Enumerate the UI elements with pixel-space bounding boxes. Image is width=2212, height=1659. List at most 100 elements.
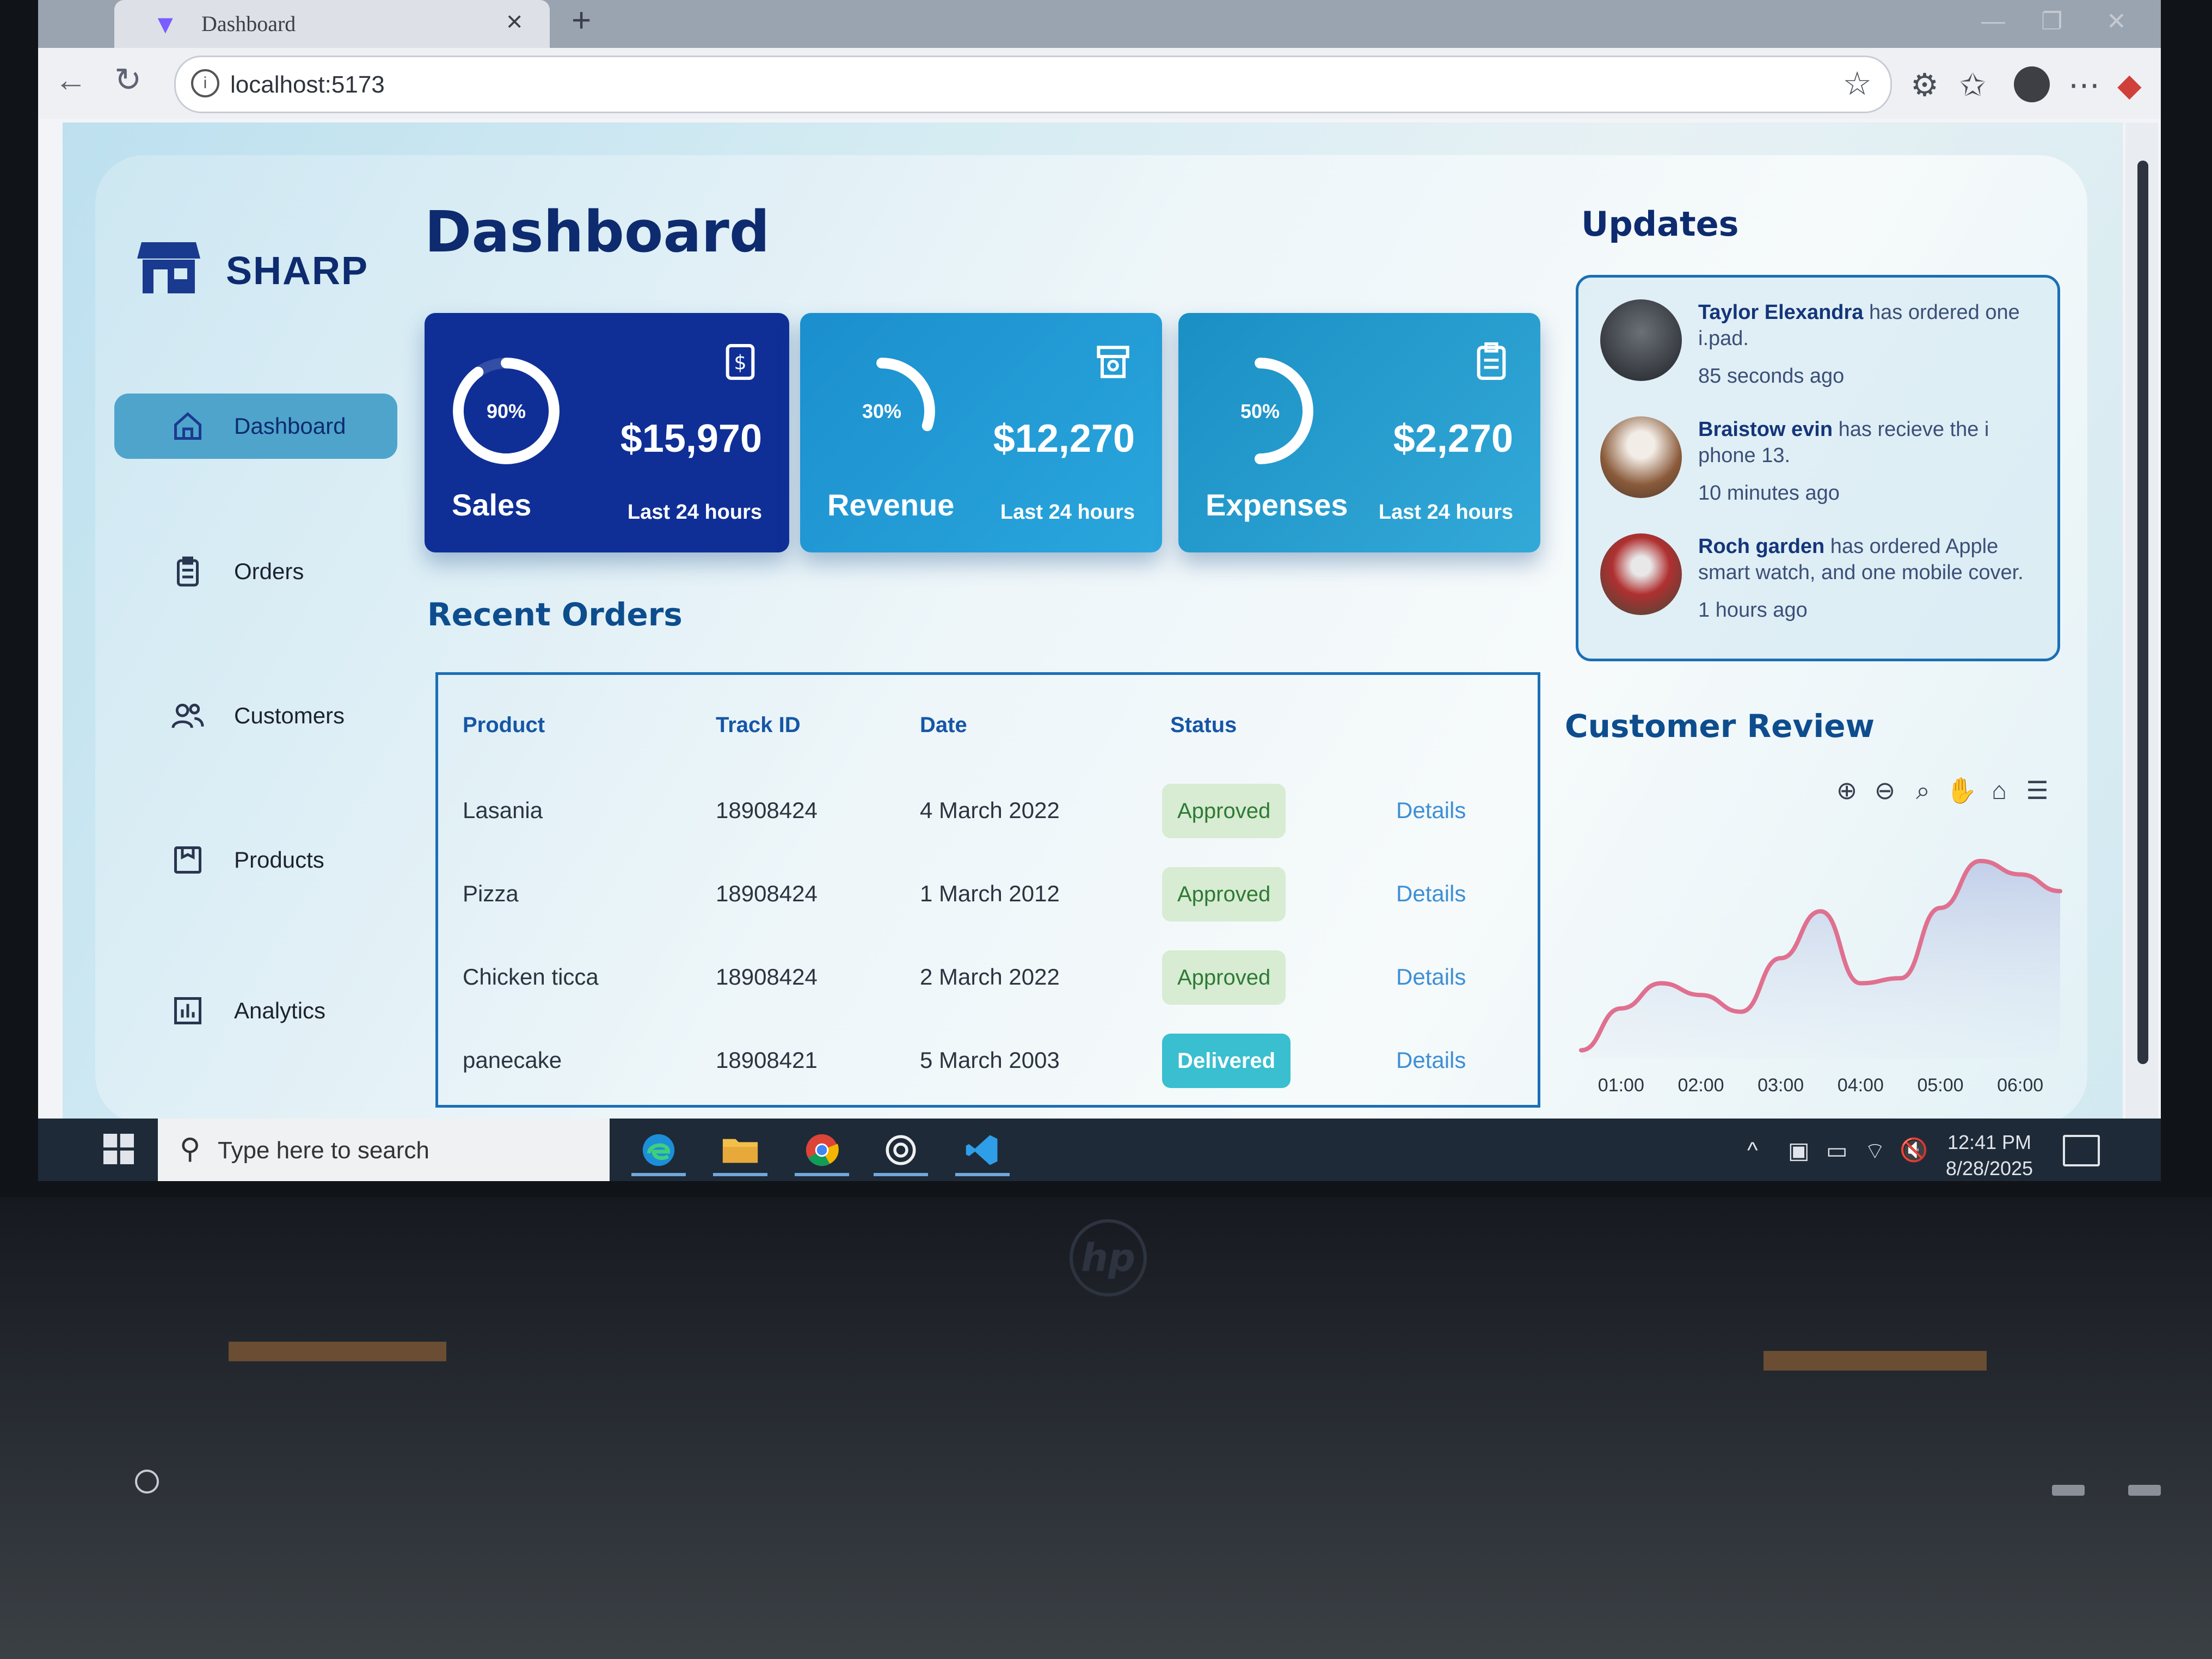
dollar-icon: $ — [726, 344, 755, 380]
revenue-period: Last 24 hours — [1000, 501, 1135, 524]
minimize-icon[interactable]: — — [1981, 8, 2005, 35]
revenue-percent: 30% — [862, 400, 902, 422]
vite-logo-icon: ▼ — [152, 10, 179, 39]
details-link[interactable]: Details — [1396, 964, 1466, 990]
cash-register-icon — [1097, 346, 1129, 378]
update-item: Taylor Elexandra has ordered one i.pad. … — [1600, 288, 2047, 403]
meet-now-icon[interactable]: ▣ — [1788, 1137, 1810, 1164]
back-icon[interactable]: ← — [54, 61, 87, 99]
chrome-icon[interactable] — [795, 1127, 849, 1176]
product-cell: Lasania — [463, 797, 543, 823]
file-explorer-icon[interactable] — [713, 1127, 767, 1176]
close-window-icon[interactable]: ✕ — [2106, 8, 2127, 35]
status-badge: Approved — [1162, 784, 1286, 838]
track-id-cell: 18908421 — [716, 1047, 818, 1073]
x-axis-ticks: 01:00 02:00 03:00 04:00 05:00 06:00 — [1598, 1075, 2043, 1096]
revenue-card[interactable]: 30% $12,270 Revenue Last 24 hours — [800, 313, 1162, 552]
sales-title: Sales — [452, 488, 532, 522]
track-id-cell: 18908424 — [716, 964, 818, 990]
zoom-select-icon[interactable]: ⌕ — [1908, 776, 1938, 806]
sidebar-item-orders[interactable]: Orders — [114, 539, 397, 604]
maximize-icon[interactable]: ❐ — [2041, 8, 2062, 35]
sidebar-item-products[interactable]: Products — [114, 827, 397, 893]
sidebar-item-label: Products — [234, 847, 324, 872]
scrollbar-thumb[interactable] — [2137, 161, 2148, 1064]
date-cell: 4 March 2022 — [920, 797, 1060, 823]
sales-percent: 90% — [486, 400, 526, 422]
copilot-icon[interactable]: ◆ — [2117, 66, 2142, 103]
chart-toolbar: ⊕ ⊖ ⌕ ✋ ⌂ ☰ — [1832, 776, 2053, 806]
update-text: Roch garden has ordered Apple smart watc… — [1698, 533, 2047, 586]
zoom-out-icon[interactable]: ⊖ — [1870, 776, 1900, 806]
menu-icon[interactable]: ☰ — [2022, 776, 2053, 806]
expenses-card[interactable]: 50% $2,270 Expenses Last 24 hours — [1178, 313, 1540, 552]
edge-icon[interactable] — [631, 1127, 686, 1176]
profile-avatar[interactable] — [2014, 66, 2050, 102]
brand-name: SHARP — [226, 249, 369, 293]
column-header-track-id: Track ID — [716, 713, 801, 737]
volume-muted-icon[interactable]: 🔇 — [1900, 1137, 1928, 1164]
url-text[interactable]: localhost:5173 — [230, 71, 385, 99]
details-link[interactable]: Details — [1396, 881, 1466, 907]
site-info-icon[interactable]: i — [191, 69, 219, 97]
sidebar-item-analytics[interactable]: Analytics — [114, 978, 397, 1043]
clock-date: 8/28/2025 — [1945, 1157, 2033, 1179]
recent-orders-table: Product Track ID Date Status Lasania 189… — [435, 672, 1540, 1108]
status-badge: Delivered — [1162, 1034, 1291, 1088]
x-tick-label: 02:00 — [1678, 1075, 1724, 1096]
search-icon: ⚲ — [180, 1133, 201, 1165]
table-row: Lasania 18908424 4 March 2022 Approved D… — [438, 770, 1538, 852]
sidebar-item-label: Customers — [234, 703, 345, 728]
pan-hand-icon[interactable]: ✋ — [1946, 776, 1977, 806]
search-placeholder[interactable]: Type here to search — [218, 1137, 429, 1164]
reload-icon[interactable]: ↻ — [114, 61, 142, 99]
sidebar-item-customers[interactable]: Customers — [114, 683, 397, 748]
more-icon[interactable]: ⋯ — [2068, 66, 2100, 103]
track-id-cell: 18908424 — [716, 797, 818, 823]
notifications-icon[interactable] — [2063, 1135, 2100, 1166]
status-led — [2128, 1485, 2161, 1496]
chatgpt-icon[interactable] — [874, 1127, 928, 1176]
favorites-icon[interactable]: ✩ — [1959, 66, 1986, 103]
power-led — [135, 1470, 159, 1494]
details-link[interactable]: Details — [1396, 797, 1466, 824]
x-tick-label: 05:00 — [1917, 1075, 1963, 1096]
new-tab-icon[interactable]: + — [572, 1, 591, 40]
battery-icon[interactable]: ▭ — [1826, 1137, 1848, 1164]
update-name: Roch garden — [1698, 535, 1825, 558]
taskbar-search[interactable]: ⚲ Type here to search — [158, 1119, 610, 1181]
sidebar-item-dashboard[interactable]: Dashboard — [114, 394, 397, 459]
zoom-in-icon[interactable]: ⊕ — [1832, 776, 1862, 806]
users-icon — [169, 697, 207, 735]
wifi-icon[interactable]: ⌔ — [1864, 1137, 1885, 1166]
update-time: 1 hours ago — [1698, 599, 1808, 622]
home-icon — [169, 407, 207, 445]
chevron-up-icon[interactable]: ^ — [1747, 1137, 1758, 1163]
sales-card[interactable]: 90% $ $15,970 Sales Last 24 hours — [425, 313, 789, 552]
page-scrollbar[interactable] — [2125, 122, 2158, 1124]
details-link[interactable]: Details — [1396, 1047, 1466, 1073]
product-cell: Pizza — [463, 881, 519, 906]
windows-start-icon[interactable] — [103, 1134, 134, 1164]
taskbar-clock[interactable]: 12:41 PM 8/28/2025 — [1935, 1129, 2044, 1181]
close-tab-icon[interactable]: × — [506, 5, 523, 38]
browser-tab[interactable]: ▼ Dashboard × — [114, 0, 550, 48]
vscode-icon[interactable] — [955, 1127, 1010, 1176]
hinge-right — [1764, 1351, 1987, 1371]
avatar — [1600, 299, 1682, 381]
revenue-value: $12,270 — [993, 417, 1135, 460]
sales-period: Last 24 hours — [627, 501, 762, 524]
favorite-star-icon[interactable]: ☆ — [1842, 65, 1872, 103]
home-icon[interactable]: ⌂ — [1984, 776, 2014, 806]
avatar — [1600, 533, 1682, 615]
table-row: Pizza 18908424 1 March 2012 Approved Det… — [438, 853, 1538, 935]
status-badge: Approved — [1162, 867, 1286, 921]
bar-chart-icon — [169, 992, 207, 1030]
column-header-product: Product — [463, 713, 545, 737]
browser-toolbar: ← ↻ i localhost:5173 ☆ ⚙ ✩ ⋯ ◆ — [38, 48, 2161, 119]
expenses-title: Expenses — [1206, 488, 1348, 522]
x-tick-label: 01:00 — [1598, 1075, 1644, 1096]
address-bar[interactable]: i localhost:5173 ☆ — [174, 56, 1892, 113]
page-title: Dashboard — [425, 199, 770, 265]
extensions-icon[interactable]: ⚙ — [1910, 66, 1939, 103]
